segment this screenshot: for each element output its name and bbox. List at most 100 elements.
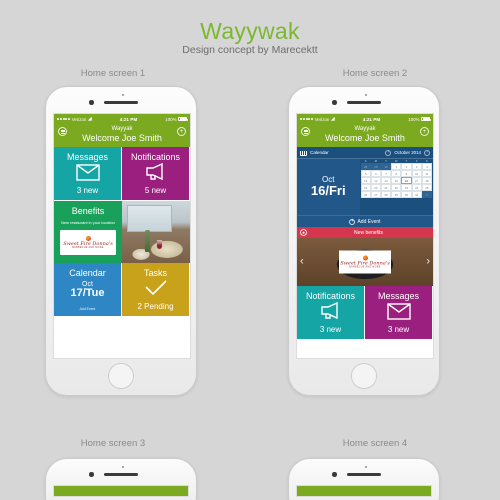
calendar-date-cell[interactable]: 20 (371, 184, 381, 191)
calendar-date-cell[interactable]: 14 (381, 177, 391, 184)
battery-icon (178, 117, 187, 122)
speaker-grille (347, 101, 381, 104)
screen3-statusbar-strip (53, 485, 189, 497)
calendar-week-row: 2627282930311 (361, 191, 432, 198)
calendar-month-label: October 2014 (394, 150, 421, 155)
tile-messages-count: 3 new (77, 186, 98, 195)
tile-calendar-add-event[interactable]: Add Event (80, 307, 96, 311)
calendar-date-cell[interactable]: 12 (361, 177, 371, 184)
plus-icon[interactable]: + (420, 127, 429, 136)
calendar-date-cell[interactable]: 29 (391, 191, 401, 198)
status-bar-right: 100% (408, 117, 430, 122)
battery-icon (421, 117, 430, 122)
home-button[interactable] (351, 363, 377, 389)
tile-tasks-count: 2 Pending (137, 302, 173, 311)
calendar-widget[interactable]: Calendar ‹ October 2014 › Oct 16/Fri SMT… (297, 147, 433, 227)
menu-icon[interactable] (58, 127, 67, 136)
envelope-icon (387, 303, 411, 324)
calendar-body: Oct 16/Fri SMTWTFS 282930123456789101112… (297, 159, 433, 215)
tile-tasks-title: Tasks (144, 268, 167, 278)
chevron-left-icon[interactable]: ‹ (385, 150, 391, 156)
calendar-date-cell[interactable]: 11 (422, 170, 432, 177)
calendar-date-cell[interactable]: 5 (361, 170, 371, 177)
calendar-date-cell[interactable]: 24 (412, 184, 422, 191)
calendar-date-cell[interactable]: 9 (401, 170, 411, 177)
calendar-selected-day: 16/Fri (311, 183, 346, 198)
signal-strength-icon (57, 118, 70, 120)
megaphone-icon (145, 163, 167, 185)
screen2-tile-grid: Notifications 3 new Messages (297, 286, 433, 340)
tile-tasks[interactable]: Tasks 2 Pending (122, 263, 190, 317)
screen2-viewport: Verizon ◢ 4:21 PM 100% + Wayyak Welcome … (296, 113, 434, 359)
calendar-date-cell[interactable]: 15 (391, 177, 401, 184)
menu-icon[interactable] (301, 127, 310, 136)
calendar-date-cell[interactable]: 13 (371, 177, 381, 184)
label-home-screen-1: Home screen 1 (33, 68, 193, 79)
gift-icon: ★ (300, 229, 307, 236)
benefits-section[interactable]: Benefits New restaurant in your location… (54, 201, 190, 263)
tile-messages[interactable]: Messages 3 new (365, 286, 433, 340)
label-home-screen-3: Home screen 3 (33, 438, 193, 449)
calendar-date-cell[interactable]: 28 (381, 191, 391, 198)
phone-home-screen-3 (45, 458, 197, 500)
benefits-title: Benefits (72, 206, 105, 216)
screen1-viewport: Verizon ◢ 4:21 PM 100% + Wayyak Welcome … (53, 113, 191, 359)
photo-window (127, 205, 172, 232)
tile-messages-count: 3 new (388, 325, 409, 334)
status-bar-left: Verizon ◢ (300, 117, 335, 122)
calendar-date-cell[interactable]: 28 (361, 163, 371, 170)
benefits-carousel[interactable]: ‹ › Sweet Fire Donna's BARBECUE AND MORE (297, 238, 433, 286)
welcome-message: Welcome Joe Smith (58, 133, 186, 143)
calendar-date-cell[interactable]: 30 (401, 191, 411, 198)
signal-strength-icon (300, 118, 313, 120)
chevron-right-icon[interactable]: › (426, 257, 430, 268)
chevron-left-icon[interactable]: ‹ (300, 257, 304, 268)
calendar-date-cell[interactable]: 3 (412, 163, 422, 170)
calendar-date-cell[interactable]: 7 (381, 170, 391, 177)
calendar-date-cell[interactable]: 2 (401, 163, 411, 170)
tile-messages[interactable]: Messages 3 new (54, 147, 122, 201)
calendar-date-cell[interactable]: 27 (371, 191, 381, 198)
calendar-date-cell[interactable]: 8 (391, 170, 401, 177)
calendar-header: Calendar ‹ October 2014 › (297, 147, 433, 159)
calendar-date-cell[interactable]: 4 (422, 163, 432, 170)
plus-icon[interactable]: + (177, 127, 186, 136)
speaker-grille (104, 101, 138, 104)
home-button[interactable] (108, 363, 134, 389)
restaurant-logo-name: Sweet Fire Donna's (63, 242, 113, 247)
tile-notifications[interactable]: Notifications 3 new (297, 286, 365, 340)
calendar-date-cell[interactable]: 18 (422, 177, 432, 184)
tile-messages-title: Messages (67, 152, 108, 162)
calendar-date-cell[interactable]: 10 (412, 170, 422, 177)
calendar-date-cell[interactable]: 16 (401, 177, 411, 184)
calendar-date-cell[interactable]: 31 (412, 191, 422, 198)
calendar-date-cell[interactable]: 6 (371, 170, 381, 177)
calendar-date-cell[interactable]: 26 (361, 191, 371, 198)
tile-notifications-title: Notifications (131, 152, 180, 162)
calendar-date-cell[interactable]: 21 (381, 184, 391, 191)
calendar-date-cell[interactable]: 22 (391, 184, 401, 191)
screen1-tile-grid-lower: Calendar Oct 17/Tue Add Event Tasks 2 Pe… (54, 263, 190, 317)
menu-lines (304, 130, 308, 134)
calendar-date-cell[interactable]: 25 (422, 184, 432, 191)
new-benefits-title: New benefits (307, 230, 430, 236)
sensor-icon (365, 94, 367, 96)
app-title: Wayyak (58, 126, 186, 132)
calendar-date-cell[interactable]: 1 (391, 163, 401, 170)
menu-lines (61, 130, 65, 134)
calendar-date-cell[interactable]: 17 (412, 177, 422, 184)
calendar-date-cell[interactable]: 19 (361, 184, 371, 191)
screen4-statusbar-strip (296, 485, 432, 497)
screen1-tile-grid: Messages 3 new Notifications (54, 147, 190, 201)
camera-icon (89, 100, 94, 105)
tile-notifications[interactable]: Notifications 5 new (122, 147, 190, 201)
status-bar: Verizon ◢ 4:21 PM 100% (54, 114, 190, 124)
calendar-date-cell[interactable]: 1 (422, 191, 432, 198)
add-event-button[interactable]: + Add Event (297, 215, 433, 227)
calendar-date-cell[interactable]: 30 (381, 163, 391, 170)
calendar-date-cell[interactable]: 23 (401, 184, 411, 191)
calendar-date-cell[interactable]: 29 (371, 163, 381, 170)
chevron-right-icon[interactable]: › (424, 150, 430, 156)
tile-calendar[interactable]: Calendar Oct 17/Tue Add Event (54, 263, 122, 317)
calendar-grid[interactable]: SMTWTFS 28293012345678910111213141516171… (360, 159, 433, 215)
